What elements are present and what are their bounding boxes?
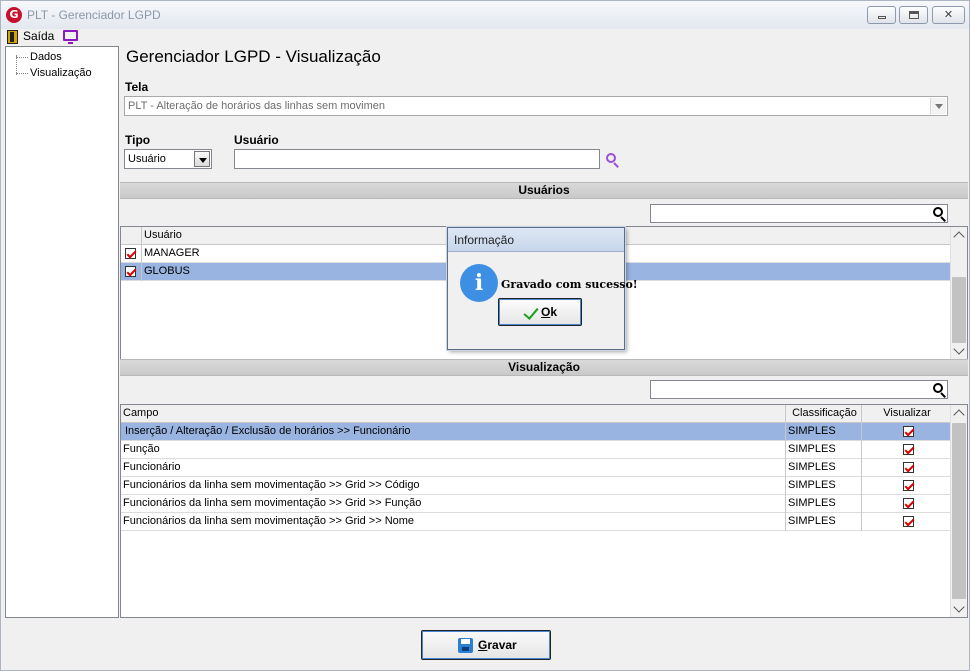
scroll-down-icon[interactable] [953, 343, 965, 355]
ok-button[interactable]: Ok [498, 298, 582, 326]
classificacao-cell: SIMPLES [785, 423, 861, 441]
app-logo-icon: G [6, 7, 22, 23]
visual-scrollbar[interactable] [950, 405, 967, 617]
ok-button-label: Ok [541, 305, 558, 319]
table-row[interactable]: Funcionários da linha sem movimentação >… [121, 477, 950, 495]
tela-select[interactable]: PLT - Alteração de horários das linhas s… [124, 96, 948, 116]
campo-cell: Funcionários da linha sem movimentação >… [123, 497, 422, 509]
visual-search-input[interactable] [650, 380, 948, 399]
exit-door-icon[interactable] [7, 30, 18, 44]
campo-cell: Inserção / Alteração / Exclusão de horár… [125, 425, 411, 437]
table-row[interactable]: Função SIMPLES [121, 441, 950, 459]
monitor-icon[interactable] [63, 30, 78, 44]
restore-icon [909, 11, 919, 19]
usuario-input[interactable] [234, 149, 600, 169]
column-header-classificacao[interactable]: Classificação [785, 405, 861, 423]
row-checkbox[interactable] [125, 266, 136, 277]
close-icon: ✕ [943, 8, 954, 21]
visualizar-checkbox[interactable] [903, 480, 914, 491]
visualizar-checkbox[interactable] [903, 462, 914, 473]
visualizar-cell [861, 441, 950, 459]
users-section-header: Usuários [120, 182, 968, 199]
tipo-label: Tipo [125, 133, 151, 147]
classificacao-cell: SIMPLES [785, 441, 861, 459]
dialog-title[interactable]: Informação [448, 228, 624, 252]
users-scrollbar[interactable] [950, 227, 967, 359]
visual-section-header: Visualização [120, 359, 968, 376]
tipo-dropdown-button[interactable] [194, 151, 210, 167]
tree-item-label: Visualização [30, 67, 92, 79]
visualizar-cell [861, 477, 950, 495]
tree-item-label: Dados [30, 51, 62, 63]
checkbox-column-header [121, 227, 141, 245]
toolbar: Saída [1, 29, 969, 45]
scroll-up-icon[interactable] [953, 231, 965, 243]
row-checkbox[interactable] [125, 248, 136, 259]
campo-cell: Função [123, 443, 160, 455]
table-row[interactable]: Funcionário SIMPLES [121, 459, 950, 477]
info-dialog: Informação i Gravado com sucesso! Ok [447, 227, 638, 350]
classificacao-cell: SIMPLES [785, 513, 861, 531]
search-icon[interactable] [933, 383, 947, 398]
campo-cell: Funcionários da linha sem movimentação >… [123, 479, 420, 491]
save-button-label: Gravar [478, 638, 517, 652]
chevron-down-icon [199, 158, 207, 163]
visualizar-cell [861, 459, 950, 477]
visualizar-checkbox[interactable] [903, 498, 914, 509]
visualizar-cell [861, 495, 950, 513]
campo-cell: Funcionário [123, 461, 181, 473]
table-row[interactable]: Funcionários da linha sem movimentação >… [121, 495, 950, 513]
app-window: G PLT - Gerenciador LGPD ✕ Saída Dados V… [0, 0, 970, 671]
visualizar-cell [861, 423, 950, 441]
column-header-campo[interactable]: Campo [121, 405, 785, 423]
visualizar-checkbox[interactable] [903, 426, 914, 437]
scroll-down-icon[interactable] [953, 601, 965, 613]
scroll-up-icon[interactable] [953, 409, 965, 421]
tipo-select-value: Usuário [128, 153, 166, 165]
tipo-select[interactable]: Usuário [124, 149, 212, 169]
minimize-icon [878, 16, 886, 19]
dialog-message: Gravado com sucesso! [501, 278, 638, 291]
window-title: PLT - Gerenciador LGPD [27, 8, 161, 22]
tela-dropdown-button[interactable] [930, 98, 946, 114]
page-title: Gerenciador LGPD - Visualização [126, 47, 381, 66]
close-button[interactable]: ✕ [932, 6, 965, 24]
visualizar-checkbox[interactable] [903, 516, 914, 527]
column-header-visualizar[interactable]: Visualizar [861, 405, 950, 423]
campo-cell: Funcionários da linha sem movimentação >… [123, 515, 415, 527]
table-row[interactable]: Inserção / Alteração / Exclusão de horár… [121, 423, 950, 441]
tree-item-dados[interactable]: Dados [16, 51, 62, 63]
visualizar-checkbox[interactable] [903, 444, 914, 455]
chevron-down-icon [935, 104, 943, 109]
search-user-icon[interactable] [606, 153, 620, 168]
tree-item-visualizacao[interactable]: Visualização [16, 67, 92, 79]
save-button[interactable]: Gravar [421, 630, 551, 660]
title-bar[interactable]: G PLT - Gerenciador LGPD ✕ [1, 1, 969, 29]
tela-select-value: PLT - Alteração de horários das linhas s… [128, 100, 385, 112]
classificacao-cell: SIMPLES [785, 459, 861, 477]
maximize-button[interactable] [899, 6, 928, 24]
check-icon [523, 304, 539, 320]
search-icon[interactable] [933, 207, 947, 222]
usuario-label: Usuário [234, 133, 279, 147]
classificacao-cell: SIMPLES [785, 477, 861, 495]
visual-grid: Campo Classificação Visualizar Inserção … [120, 404, 968, 618]
table-row[interactable]: Funcionários da linha sem movimentação >… [121, 513, 950, 531]
classificacao-cell: SIMPLES [785, 495, 861, 513]
navigation-tree: Dados Visualização [5, 46, 119, 618]
users-search-input[interactable] [650, 204, 948, 223]
floppy-disk-icon [458, 638, 473, 653]
scroll-thumb[interactable] [952, 277, 966, 343]
minimize-button[interactable] [867, 6, 896, 24]
tela-label: Tela [125, 80, 149, 94]
visualizar-cell [861, 513, 950, 531]
info-icon: i [460, 264, 498, 302]
visual-grid-header: Campo Classificação Visualizar [121, 405, 950, 423]
exit-button[interactable]: Saída [23, 29, 54, 44]
scroll-thumb[interactable] [952, 423, 966, 599]
